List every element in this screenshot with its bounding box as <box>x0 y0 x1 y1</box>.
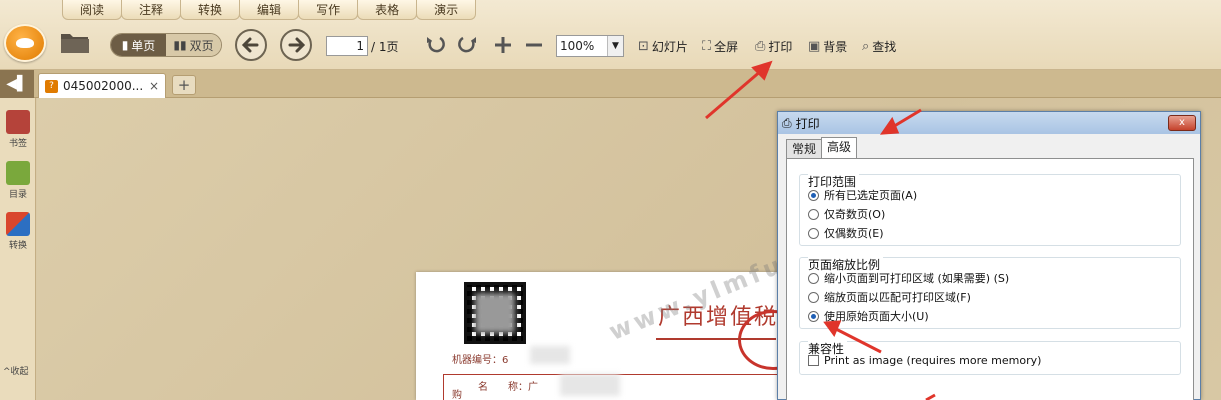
app-logo-icon[interactable] <box>4 24 46 62</box>
back-arrow-icon[interactable]: ◀▌ <box>0 70 34 98</box>
convert-icon <box>6 212 30 236</box>
scale-fit-radio[interactable]: 缩放页面以匹配可打印区域(F) <box>808 289 971 305</box>
fullscreen-button[interactable]: ⛶ 全屏 <box>702 38 738 55</box>
print-button[interactable]: ⎙ 打印 <box>755 38 792 55</box>
sidebar-item-bookmark[interactable]: 书签 <box>2 110 34 149</box>
document-tab[interactable]: ? 045002000... × <box>38 73 166 98</box>
radio-selected <box>808 189 819 201</box>
close-tab-icon[interactable]: × <box>149 79 159 93</box>
rotate-right-icon[interactable] <box>456 34 478 56</box>
zoom-select[interactable]: 100% ▼ <box>556 35 624 57</box>
printer-icon: ⎙ <box>782 115 792 130</box>
double-page-icon: ▮▮ <box>173 38 187 52</box>
document-file-icon: ? <box>45 79 58 93</box>
range-all-pages-radio[interactable]: 所有已选定页面(A) <box>808 187 917 203</box>
slideshow-icon: ⊡ <box>638 39 649 54</box>
tab-advanced[interactable]: 高级 <box>821 137 858 158</box>
print-dialog-tabs: 常规 高级 <box>786 137 858 159</box>
compatibility-group: 兼容性 Print as image (requires more memory… <box>799 340 1181 375</box>
sidebar-collapse-button[interactable]: ^收起 <box>3 364 29 377</box>
background-button[interactable]: ▣ 背景 <box>808 38 847 55</box>
redaction-blur-2 <box>560 374 620 396</box>
prev-page-button[interactable] <box>235 29 267 61</box>
print-dialog-titlebar[interactable]: ⎙ 打印 x <box>778 112 1200 134</box>
toc-icon <box>6 161 30 185</box>
menu-tabs: 阅读 注释 转换 编辑 写作 表格 演示 <box>62 0 477 20</box>
checkbox-unchecked <box>808 355 819 366</box>
menu-tab-table[interactable]: 表格 <box>357 0 418 20</box>
rotate-left-icon[interactable] <box>425 34 447 56</box>
page-total-label: / 1页 <box>371 40 399 54</box>
dialog-close-button[interactable]: x <box>1168 115 1196 131</box>
printer-icon: ⎙ <box>755 39 766 54</box>
range-odd-pages-radio[interactable]: 仅奇数页(O) <box>808 206 885 222</box>
bookmark-icon <box>6 110 30 134</box>
radio-unselected <box>808 291 819 303</box>
buyer-name-field: 名 称：广 <box>478 382 538 393</box>
chevron-up-icon: ^ <box>3 367 11 377</box>
next-page-button[interactable] <box>280 29 312 61</box>
double-page-button[interactable]: ▮▮ 双页 <box>166 34 221 56</box>
scale-shrink-radio[interactable]: 缩小页面到可打印区域 (如果需要) (S) <box>808 270 1009 286</box>
arrow-left-icon <box>241 37 259 53</box>
tab-general[interactable]: 常规 <box>786 139 823 158</box>
radio-selected <box>808 310 819 322</box>
arrow-right-icon <box>288 37 306 53</box>
print-dialog-body: 打印范围 所有已选定页面(A) 仅奇数页(O) 仅偶数页(E) 页面缩放比例 缩… <box>786 158 1194 400</box>
main-toolbar: 阅读 注释 转换 编辑 写作 表格 演示 ▮ 单页 ▮▮ 双页 1 / 1页 1… <box>0 0 1221 70</box>
background-icon: ▣ <box>808 39 821 54</box>
print-as-image-checkbox[interactable]: Print as image (requires more memory) <box>808 354 1041 367</box>
left-sidebar: 书签 目录 转换 ^收起 <box>0 98 36 400</box>
print-range-group: 打印范围 所有已选定页面(A) 仅奇数页(O) 仅偶数页(E) <box>799 173 1181 246</box>
single-page-icon: ▮ <box>121 38 129 52</box>
radio-unselected <box>808 272 819 284</box>
sidebar-item-toc[interactable]: 目录 <box>2 161 34 200</box>
radio-unselected <box>808 208 819 220</box>
zoom-in-icon[interactable] <box>492 34 514 56</box>
menu-tab-write[interactable]: 写作 <box>298 0 359 20</box>
redaction-blur <box>530 346 570 364</box>
radio-unselected <box>808 227 819 239</box>
qr-blur-overlay <box>475 293 515 333</box>
menu-tab-present[interactable]: 演示 <box>416 0 477 20</box>
find-button[interactable]: ⌕ 查找 <box>862 38 896 55</box>
page-scale-group: 页面缩放比例 缩小页面到可打印区域 (如果需要) (S) 缩放页面以匹配可打印区… <box>799 256 1181 329</box>
invoice-title-underline <box>656 338 776 340</box>
menu-tab-edit[interactable]: 编辑 <box>239 0 300 20</box>
sidebar-item-convert[interactable]: 转换 <box>2 212 34 251</box>
scale-original-radio[interactable]: 使用原始页面大小(U) <box>808 308 929 324</box>
open-folder-icon[interactable] <box>60 30 90 54</box>
print-dialog: ⎙ 打印 x 常规 高级 打印范围 所有已选定页面(A) 仅奇数页(O) 仅偶数… <box>777 111 1201 400</box>
page-number-input[interactable]: 1 <box>326 36 368 56</box>
buyer-row-label: 购 <box>452 390 462 400</box>
single-page-button[interactable]: ▮ 单页 <box>111 34 166 56</box>
range-even-pages-radio[interactable]: 仅偶数页(E) <box>808 225 884 241</box>
chevron-down-icon: ▼ <box>607 36 623 56</box>
menu-tab-annotate[interactable]: 注释 <box>121 0 182 20</box>
zoom-out-icon[interactable] <box>523 34 545 56</box>
menu-tab-convert[interactable]: 转换 <box>180 0 241 20</box>
menu-tab-read[interactable]: 阅读 <box>62 0 123 20</box>
fullscreen-icon: ⛶ <box>702 39 712 54</box>
document-tabstrip: ◀▌ ? 045002000... × + <box>0 70 1221 98</box>
view-mode-toggle: ▮ 单页 ▮▮ 双页 <box>110 33 222 57</box>
search-icon: ⌕ <box>862 39 870 54</box>
slideshow-button[interactable]: ⊡ 幻灯片 <box>638 38 688 55</box>
machine-number-label: 机器编号：6 <box>452 355 509 366</box>
add-tab-button[interactable]: + <box>172 75 196 95</box>
